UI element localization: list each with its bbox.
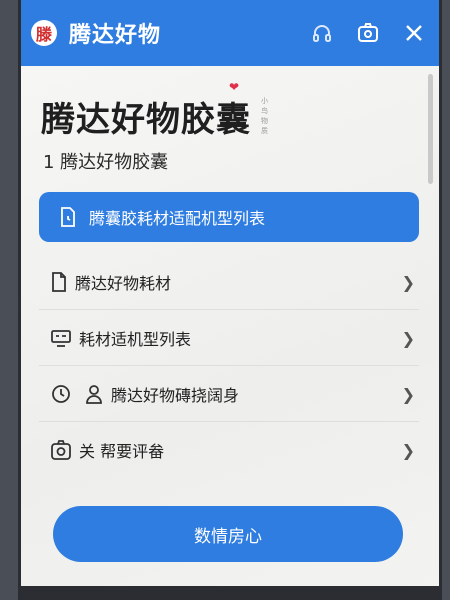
titlebar-actions <box>307 18 429 48</box>
menu-item-label: 耗材适机型列表 <box>79 329 192 349</box>
phone-screen: 滕 腾达好物 腾达好物胶囊 ❤ 小鸟物质 1 腾达好物胶囊 腾囊胶耗材适配机型列… <box>18 0 442 600</box>
chevron-right-icon: ❯ <box>401 385 415 404</box>
hero-title: 腾达好物胶囊 <box>41 100 251 140</box>
menu-item-label: 腾达好物耗材 <box>75 273 172 293</box>
scrollbar[interactable] <box>428 74 433 184</box>
heart-icon: ❤ <box>229 80 240 94</box>
menu-item-label: 关 帮要评畚 <box>79 442 165 461</box>
headset-icon[interactable] <box>307 18 337 48</box>
app-logo-glyph: 滕 <box>35 25 52 44</box>
menu-item-label: 腾达好物磚挠阔身 <box>111 385 240 405</box>
device-bottom-edge <box>21 586 439 600</box>
app-title: 腾达好物 <box>69 23 162 48</box>
camera-box-icon[interactable] <box>353 18 383 48</box>
hero-note: 小鸟物质 <box>261 97 268 135</box>
app-titlebar: 滕 腾达好物 <box>21 0 439 66</box>
menu-item-model-list[interactable]: 耗材适机型列表 ❯ <box>39 310 419 366</box>
main-content: 腾达好物胶囊 ❤ 小鸟物质 1 腾达好物胶囊 腾囊胶耗材适配机型列表 腾达好物耗… <box>21 66 439 600</box>
section-subtitle: 1 腾达好物胶囊 <box>43 152 169 173</box>
person-icon <box>85 384 103 404</box>
chevron-right-icon: ❯ <box>401 273 415 292</box>
menu-list: 腾达好物耗材 ❯ 耗材适机型列表 ❯ 腾达好物磚挠阔身 ❯ 关 帮要评畚 ❯ <box>39 254 419 478</box>
menu-item-profile[interactable]: 腾达好物磚挠阔身 ❯ <box>39 366 419 422</box>
document-icon <box>51 271 67 292</box>
clock-icon <box>51 384 71 404</box>
menu-item-adapter-list[interactable]: 腾囊胶耗材适配机型列表 <box>39 192 419 242</box>
menu-item-label: 腾囊胶耗材适配机型列表 <box>89 209 266 228</box>
menu-item-consumables[interactable]: 腾达好物耗材 ❯ <box>39 254 419 310</box>
primary-action-button[interactable]: 数情房心 <box>53 506 403 562</box>
chevron-right-icon: ❯ <box>401 329 415 348</box>
camera-badge-icon <box>51 440 71 460</box>
hero: 腾达好物胶囊 ❤ 小鸟物质 <box>41 80 268 141</box>
document-clock-icon <box>59 207 77 227</box>
close-icon[interactable] <box>399 18 429 48</box>
chevron-right-icon: ❯ <box>401 441 415 460</box>
menu-item-review[interactable]: 关 帮要评畚 ❯ <box>39 422 419 478</box>
monitor-icon <box>51 329 71 347</box>
app-logo: 滕 <box>31 20 57 46</box>
